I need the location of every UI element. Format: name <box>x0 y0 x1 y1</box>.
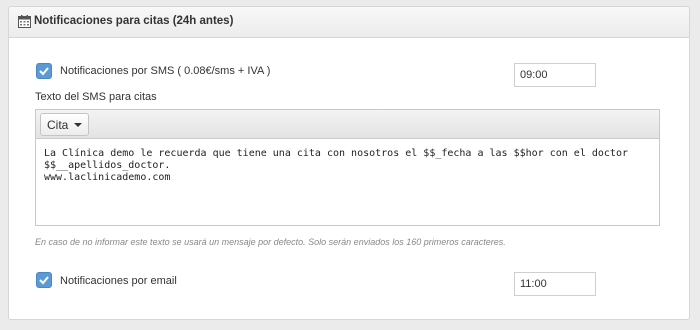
sms-checkbox[interactable] <box>36 63 52 79</box>
sms-text-body[interactable]: La Clínica demo le recuerda que tiene un… <box>44 148 651 184</box>
editor-toolbar: Cita <box>36 110 659 139</box>
sms-text-editor[interactable]: Cita La Clínica demo le recuerda que tie… <box>35 109 660 226</box>
cita-dropdown-label: Cita <box>47 117 69 132</box>
email-time-input[interactable] <box>514 272 596 296</box>
checkmark-icon <box>39 67 49 76</box>
sms-time-input[interactable] <box>514 63 596 87</box>
notifications-panel: Notificaciones para citas (24h antes) No… <box>8 6 690 320</box>
panel-title: Notificaciones para citas (24h antes) <box>34 15 234 27</box>
email-checkbox[interactable] <box>36 272 52 288</box>
sms-text-label: Texto del SMS para citas <box>35 91 157 103</box>
sms-help-text: En caso de no informar este texto se usa… <box>35 237 506 247</box>
calendar-icon <box>18 15 31 28</box>
cita-dropdown-button[interactable]: Cita <box>40 113 89 136</box>
email-label: Notificaciones por email <box>60 275 177 287</box>
caret-down-icon <box>74 123 82 127</box>
sms-label: Notificaciones por SMS ( 0.08€/sms + IVA… <box>60 65 271 77</box>
panel-header: Notificaciones para citas (24h antes) <box>9 7 689 38</box>
checkmark-icon <box>39 276 49 285</box>
